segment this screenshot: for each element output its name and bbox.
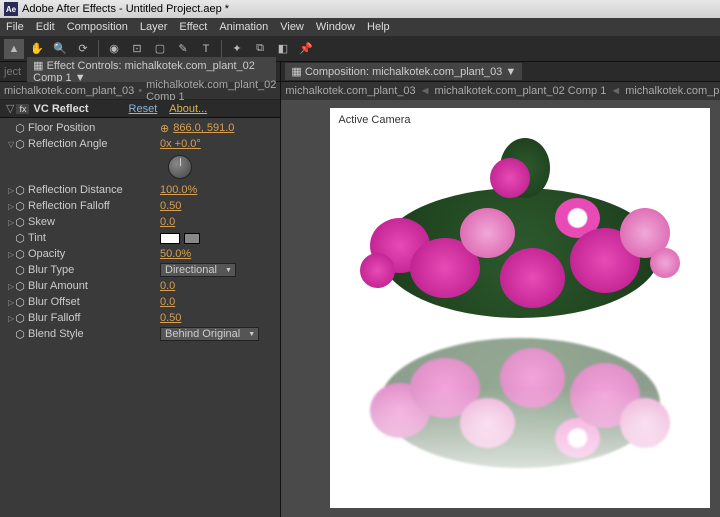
plant-image xyxy=(360,178,680,328)
stopwatch-icon[interactable]: ⬡ xyxy=(16,186,24,194)
breadcrumb-item[interactable]: michalkotek.com_plant_02 xyxy=(625,85,720,97)
prop-label: Floor Position xyxy=(20,122,160,134)
breadcrumb-item[interactable]: michalkotek.com_plant_03 xyxy=(285,85,415,97)
reflection-distance-value[interactable]: 100.0% xyxy=(160,184,197,196)
brush-tool-icon[interactable]: ✦ xyxy=(227,39,247,59)
zoom-tool-icon[interactable]: 🔍 xyxy=(50,39,70,59)
blur-type-dropdown[interactable]: Directional xyxy=(160,263,236,277)
selection-tool-icon[interactable]: ▲ xyxy=(4,39,24,59)
menu-view[interactable]: View xyxy=(280,21,304,33)
effect-controls-panel: ject ▦ Effect Controls: michalkotek.com_… xyxy=(0,62,281,517)
composition-tab[interactable]: ▦ Composition: michalkotek.com_plant_03 … xyxy=(285,63,522,80)
pan-behind-tool-icon[interactable]: ⊡ xyxy=(127,39,147,59)
prop-label: Opacity xyxy=(20,248,160,260)
comp-panel-tabs: ▦ Composition: michalkotek.com_plant_03 … xyxy=(281,62,720,82)
pen-tool-icon[interactable]: ✎ xyxy=(173,39,193,59)
breadcrumb-layer[interactable]: michalkotek.com_plant_02 Comp 1 xyxy=(146,79,276,103)
title-bar: Ae Adobe After Effects - Untitled Projec… xyxy=(0,0,720,18)
breadcrumb-item[interactable]: michalkotek.com_plant_02 Comp 1 xyxy=(435,85,607,97)
angle-dial[interactable] xyxy=(168,155,192,179)
menu-composition[interactable]: Composition xyxy=(67,21,128,33)
canvas: Active Camera xyxy=(330,108,710,508)
skew-value[interactable]: 0.0 xyxy=(160,216,175,228)
stopwatch-icon[interactable]: ⬡ xyxy=(16,330,24,338)
effect-name[interactable]: VC Reflect xyxy=(33,103,88,115)
puppet-tool-icon[interactable]: 📌 xyxy=(296,39,316,59)
prop-label: Blur Amount xyxy=(20,280,160,292)
blur-offset-value[interactable]: 0.0 xyxy=(160,296,175,308)
breadcrumb-comp[interactable]: michalkotek.com_plant_03 xyxy=(4,85,134,97)
layer-breadcrumb: michalkotek.com_plant_03 • michalkotek.c… xyxy=(0,82,280,100)
rotate-tool-icon[interactable]: ⟳ xyxy=(73,39,93,59)
effect-header: ▽ fx VC Reflect Reset About... xyxy=(0,100,280,118)
menu-file[interactable]: File xyxy=(6,21,24,33)
prop-label: Blur Falloff xyxy=(20,312,160,324)
prop-label: Tint xyxy=(20,232,160,244)
eraser-tool-icon[interactable]: ◧ xyxy=(273,39,293,59)
menu-help[interactable]: Help xyxy=(367,21,390,33)
menu-effect[interactable]: Effect xyxy=(179,21,207,33)
tint-color-swatch[interactable] xyxy=(160,233,180,244)
hand-tool-icon[interactable]: ✋ xyxy=(27,39,47,59)
type-tool-icon[interactable]: T xyxy=(196,39,216,59)
property-list: ⬡ Floor Position ⊕ 866.0, 591.0 ▽ ⬡ Refl… xyxy=(0,118,280,344)
clone-tool-icon[interactable]: ⧉ xyxy=(250,39,270,59)
menu-animation[interactable]: Animation xyxy=(219,21,268,33)
menu-window[interactable]: Window xyxy=(316,21,355,33)
effect-twirl-icon[interactable]: ▽ xyxy=(6,102,14,115)
separator xyxy=(221,40,222,58)
prop-label: Reflection Falloff xyxy=(20,200,160,212)
rect-tool-icon[interactable]: ▢ xyxy=(150,39,170,59)
opacity-value[interactable]: 50.0% xyxy=(160,248,191,260)
menu-edit[interactable]: Edit xyxy=(36,21,55,33)
stopwatch-icon[interactable]: ⬡ xyxy=(16,140,24,148)
stopwatch-icon[interactable]: ⬡ xyxy=(16,314,24,322)
stopwatch-icon[interactable]: ⬡ xyxy=(16,282,24,290)
fx-badge-icon[interactable]: fx xyxy=(16,104,29,114)
stopwatch-icon[interactable]: ⬡ xyxy=(16,234,24,242)
prop-label: Blend Style xyxy=(20,328,160,340)
prop-label: Reflection Angle xyxy=(20,138,160,150)
floor-position-value[interactable]: 866.0, 591.0 xyxy=(173,122,234,134)
prop-label: Skew xyxy=(20,216,160,228)
stopwatch-icon[interactable]: ⬡ xyxy=(16,218,24,226)
menu-layer[interactable]: Layer xyxy=(140,21,168,33)
about-link[interactable]: About... xyxy=(169,103,207,115)
blur-falloff-value[interactable]: 0.50 xyxy=(160,312,181,324)
camera-tool-icon[interactable]: ◉ xyxy=(104,39,124,59)
blur-amount-value[interactable]: 0.0 xyxy=(160,280,175,292)
menu-bar: File Edit Composition Layer Effect Anima… xyxy=(0,18,720,36)
app-icon: Ae xyxy=(4,2,18,16)
reflection-angle-value[interactable]: 0x +0.0° xyxy=(160,138,201,150)
prop-label: Reflection Distance xyxy=(20,184,160,196)
comp-breadcrumb: michalkotek.com_plant_03 ◄ michalkotek.c… xyxy=(281,82,720,100)
prop-label: Blur Offset xyxy=(20,296,160,308)
stopwatch-icon[interactable]: ⬡ xyxy=(16,266,24,274)
reflection-fade xyxy=(330,388,710,508)
composition-panel: ▦ Composition: michalkotek.com_plant_03 … xyxy=(281,62,720,517)
stopwatch-icon[interactable]: ⬡ xyxy=(16,202,24,210)
crosshair-icon[interactable]: ⊕ xyxy=(160,122,169,135)
composition-viewer[interactable]: Active Camera xyxy=(281,100,720,517)
prop-label: Blur Type xyxy=(20,264,160,276)
stopwatch-icon[interactable]: ⬡ xyxy=(16,250,24,258)
blend-style-dropdown[interactable]: Behind Original xyxy=(160,327,259,341)
separator xyxy=(98,40,99,58)
project-tab[interactable]: ject xyxy=(4,66,21,78)
reset-link[interactable]: Reset xyxy=(129,103,158,115)
window-title: Adobe After Effects - Untitled Project.a… xyxy=(22,3,229,15)
active-camera-label: Active Camera xyxy=(338,114,410,126)
stopwatch-icon[interactable]: ⬡ xyxy=(16,298,24,306)
stopwatch-icon[interactable]: ⬡ xyxy=(16,124,24,132)
eyedropper-icon[interactable] xyxy=(184,233,200,244)
reflection-falloff-value[interactable]: 0.50 xyxy=(160,200,181,212)
